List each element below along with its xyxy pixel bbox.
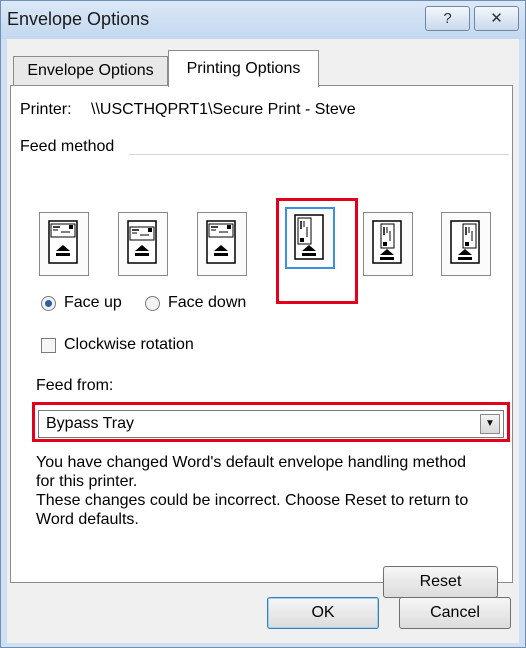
ok-button[interactable]: OK bbox=[267, 597, 379, 629]
feed-from-label: Feed from: bbox=[36, 377, 114, 394]
feed-option-1[interactable] bbox=[39, 212, 89, 276]
envelope-horizontal-center-feed-icon bbox=[127, 220, 157, 264]
title-bar: Envelope Options ? ✕ bbox=[1, 1, 525, 39]
envelope-horizontal-right-feed-icon bbox=[206, 220, 236, 264]
message-line-1: You have changed Word's default envelope… bbox=[36, 454, 467, 471]
feed-option-6[interactable] bbox=[441, 212, 491, 276]
message-line-4: Word defaults. bbox=[36, 511, 139, 528]
printing-options-panel: Printer: \\USCTHQPRT1\Secure Print - Ste… bbox=[10, 85, 513, 598]
printer-label: Printer: bbox=[20, 101, 72, 118]
tab-envelope-options[interactable]: Envelope Options bbox=[13, 56, 168, 86]
message-line-2: for this printer. bbox=[36, 473, 138, 490]
clockwise-rotation-checkbox[interactable] bbox=[41, 338, 56, 353]
face-down-label[interactable]: Face down bbox=[168, 294, 246, 312]
envelope-vertical-center-feed-icon bbox=[372, 220, 402, 264]
envelope-options-dialog: Envelope Options ? ✕ Envelope Options Pr… bbox=[0, 0, 526, 648]
reset-button[interactable]: Reset bbox=[383, 566, 498, 598]
close-button[interactable]: ✕ bbox=[474, 6, 519, 31]
envelope-horizontal-left-feed-icon bbox=[48, 220, 78, 264]
feed-method-divider bbox=[129, 154, 509, 155]
feed-method-highlight-box bbox=[276, 198, 358, 304]
feed-from-highlight-box bbox=[32, 402, 510, 442]
printer-name: \\USCTHQPRT1\Secure Print - Steve bbox=[91, 101, 356, 118]
face-up-label[interactable]: Face up bbox=[64, 294, 122, 312]
feed-option-2[interactable] bbox=[118, 212, 168, 276]
tab-printing-options[interactable]: Printing Options bbox=[168, 50, 319, 87]
feed-option-3[interactable] bbox=[197, 212, 247, 276]
cancel-button[interactable]: Cancel bbox=[399, 597, 511, 629]
message-line-3: These changes could be incorrect. Choose… bbox=[36, 492, 469, 509]
feed-option-5[interactable] bbox=[363, 212, 413, 276]
close-icon: ✕ bbox=[490, 10, 503, 27]
help-icon: ? bbox=[443, 10, 452, 27]
feed-method-label: Feed method bbox=[20, 138, 115, 155]
dialog-title: Envelope Options bbox=[7, 9, 150, 29]
face-up-radio[interactable] bbox=[41, 296, 56, 311]
clockwise-rotation-label[interactable]: Clockwise rotation bbox=[64, 336, 194, 354]
envelope-vertical-right-feed-icon bbox=[450, 220, 480, 264]
face-down-radio[interactable] bbox=[145, 296, 160, 311]
dialog-body: Envelope Options Printing Options Printe… bbox=[7, 39, 519, 643]
help-button[interactable]: ? bbox=[425, 6, 470, 31]
